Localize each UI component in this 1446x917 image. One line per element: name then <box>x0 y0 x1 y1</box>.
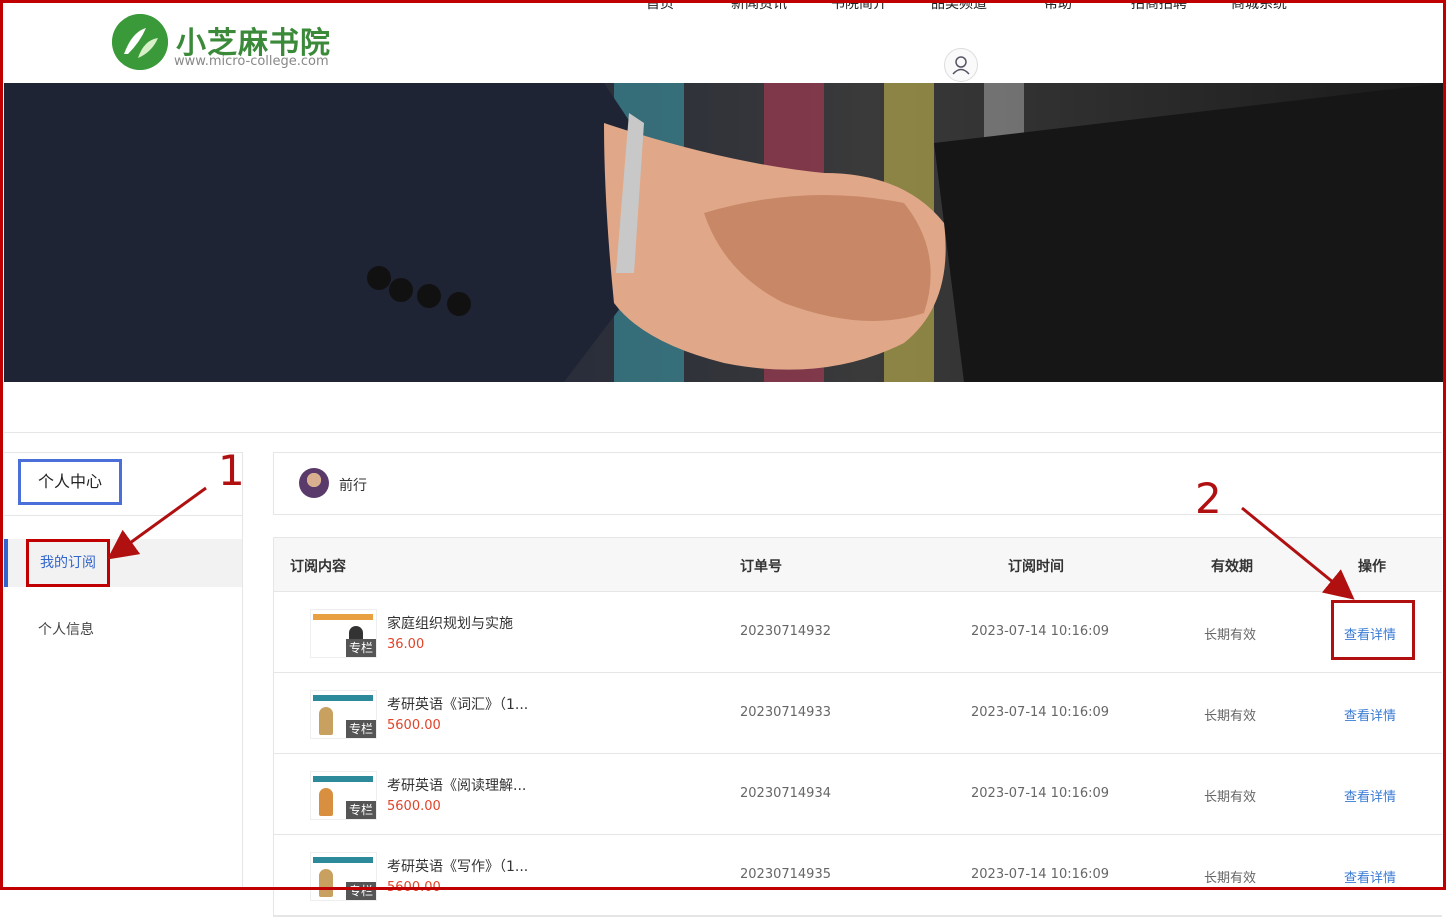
column-tag: 专栏 <box>346 720 376 738</box>
table-row: 专栏 考研英语《写作》（1... 5600.00 20230714935 202… <box>274 835 1442 916</box>
site-logo[interactable]: 小芝麻书院 www.micro-college.com <box>112 14 342 74</box>
thumb-figure <box>319 788 333 816</box>
column-tag: 专栏 <box>346 639 376 657</box>
nav-category[interactable]: 品类频道 <box>931 0 987 13</box>
handshake-banner <box>4 83 1444 382</box>
thumb-banner <box>313 857 373 863</box>
sidebar-item-label[interactable]: 我的订阅 <box>26 539 110 587</box>
thumb-figure <box>319 707 333 735</box>
subscribe-time: 2023-07-14 10:16:09 <box>971 786 1110 801</box>
header-time: 订阅时间 <box>1008 559 1064 575</box>
order-number: 20230714934 <box>740 786 831 801</box>
user-icon[interactable] <box>944 48 978 82</box>
course-price: 5600.00 <box>387 799 441 814</box>
avatar[interactable] <box>299 468 329 498</box>
course-price: 5600.00 <box>387 880 441 895</box>
subscription-table: 订阅内容 订单号 订阅时间 有效期 操作 专栏 家庭组织规划与实施 36.00 … <box>273 537 1442 917</box>
thumb-banner <box>313 695 373 701</box>
logo-url: www.micro-college.com <box>174 54 329 69</box>
view-details-link[interactable]: 查看详情 <box>1344 867 1396 886</box>
validity: 长期有效 <box>1204 790 1257 805</box>
annotation-number-1: 1 <box>218 446 245 495</box>
course-price: 5600.00 <box>387 718 441 733</box>
thumb-figure <box>319 869 333 897</box>
course-title[interactable]: 考研英语《阅读理解... <box>387 775 526 795</box>
nav-help[interactable]: 帮助 <box>1044 0 1072 13</box>
order-number: 20230714935 <box>740 867 831 882</box>
subscribe-time: 2023-07-14 10:16:09 <box>971 624 1110 639</box>
nav-recruit[interactable]: 招商招聘 <box>1131 0 1187 13</box>
order-number: 20230714933 <box>740 705 831 720</box>
username: 前行 <box>339 478 367 494</box>
table-row: 专栏 考研英语《词汇》（1... 5600.00 20230714933 202… <box>274 673 1442 754</box>
site-header: 小芝麻书院 www.micro-college.com 首页 新闻资讯 书院简介… <box>0 0 1446 83</box>
subscribe-time: 2023-07-14 10:16:09 <box>971 705 1110 720</box>
validity: 长期有效 <box>1204 871 1257 886</box>
view-details-link[interactable]: 查看详情 <box>1344 624 1396 643</box>
course-price: 36.00 <box>387 637 425 652</box>
nav-about[interactable]: 书院简介 <box>831 0 887 13</box>
course-title[interactable]: 考研英语《写作》（1... <box>387 856 528 876</box>
view-details-link[interactable]: 查看详情 <box>1344 705 1396 724</box>
course-thumbnail[interactable]: 专栏 <box>310 771 377 820</box>
column-tag: 专栏 <box>346 801 376 819</box>
section-divider <box>4 432 1442 433</box>
table-row: 专栏 家庭组织规划与实施 36.00 20230714932 2023-07-1… <box>274 592 1442 673</box>
profile-bar: 前行 <box>273 452 1442 515</box>
header-action: 操作 <box>1358 559 1386 575</box>
sidebar-item-profile[interactable]: 个人信息 <box>38 619 94 639</box>
course-thumbnail[interactable]: 专栏 <box>310 609 377 658</box>
order-number: 20230714932 <box>740 624 831 639</box>
course-thumbnail[interactable]: 专栏 <box>310 690 377 739</box>
nav-news[interactable]: 新闻资讯 <box>731 0 787 13</box>
logo-leaf-icon <box>112 14 168 70</box>
validity: 长期有效 <box>1204 628 1257 643</box>
course-title[interactable]: 家庭组织规划与实施 <box>387 613 513 633</box>
table-header: 订阅内容 订单号 订阅时间 有效期 操作 <box>274 538 1442 592</box>
sidebar-divider <box>4 515 242 516</box>
sidebar-title: 个人中心 <box>18 459 122 505</box>
header-order: 订单号 <box>740 559 782 575</box>
header-content: 订阅内容 <box>290 559 346 575</box>
subscribe-time: 2023-07-14 10:16:09 <box>971 867 1110 882</box>
header-valid: 有效期 <box>1211 559 1253 575</box>
view-details-link[interactable]: 查看详情 <box>1344 786 1396 805</box>
table-row: 专栏 考研英语《阅读理解... 5600.00 20230714934 2023… <box>274 754 1442 835</box>
nav-mall[interactable]: 商城系统 <box>1231 0 1287 13</box>
validity: 长期有效 <box>1204 709 1257 724</box>
course-thumbnail[interactable]: 专栏 <box>310 852 377 901</box>
handshake-image <box>4 83 1444 382</box>
sidebar-item-subscriptions[interactable]: 我的订阅 <box>4 539 242 587</box>
course-title[interactable]: 考研英语《词汇》（1... <box>387 694 528 714</box>
thumb-banner <box>313 614 373 620</box>
nav-home[interactable]: 首页 <box>646 0 674 13</box>
sidebar: 个人中心 我的订阅 个人信息 <box>4 452 243 890</box>
annotation-number-2: 2 <box>1195 474 1222 523</box>
thumb-banner <box>313 776 373 782</box>
column-tag: 专栏 <box>346 882 376 900</box>
